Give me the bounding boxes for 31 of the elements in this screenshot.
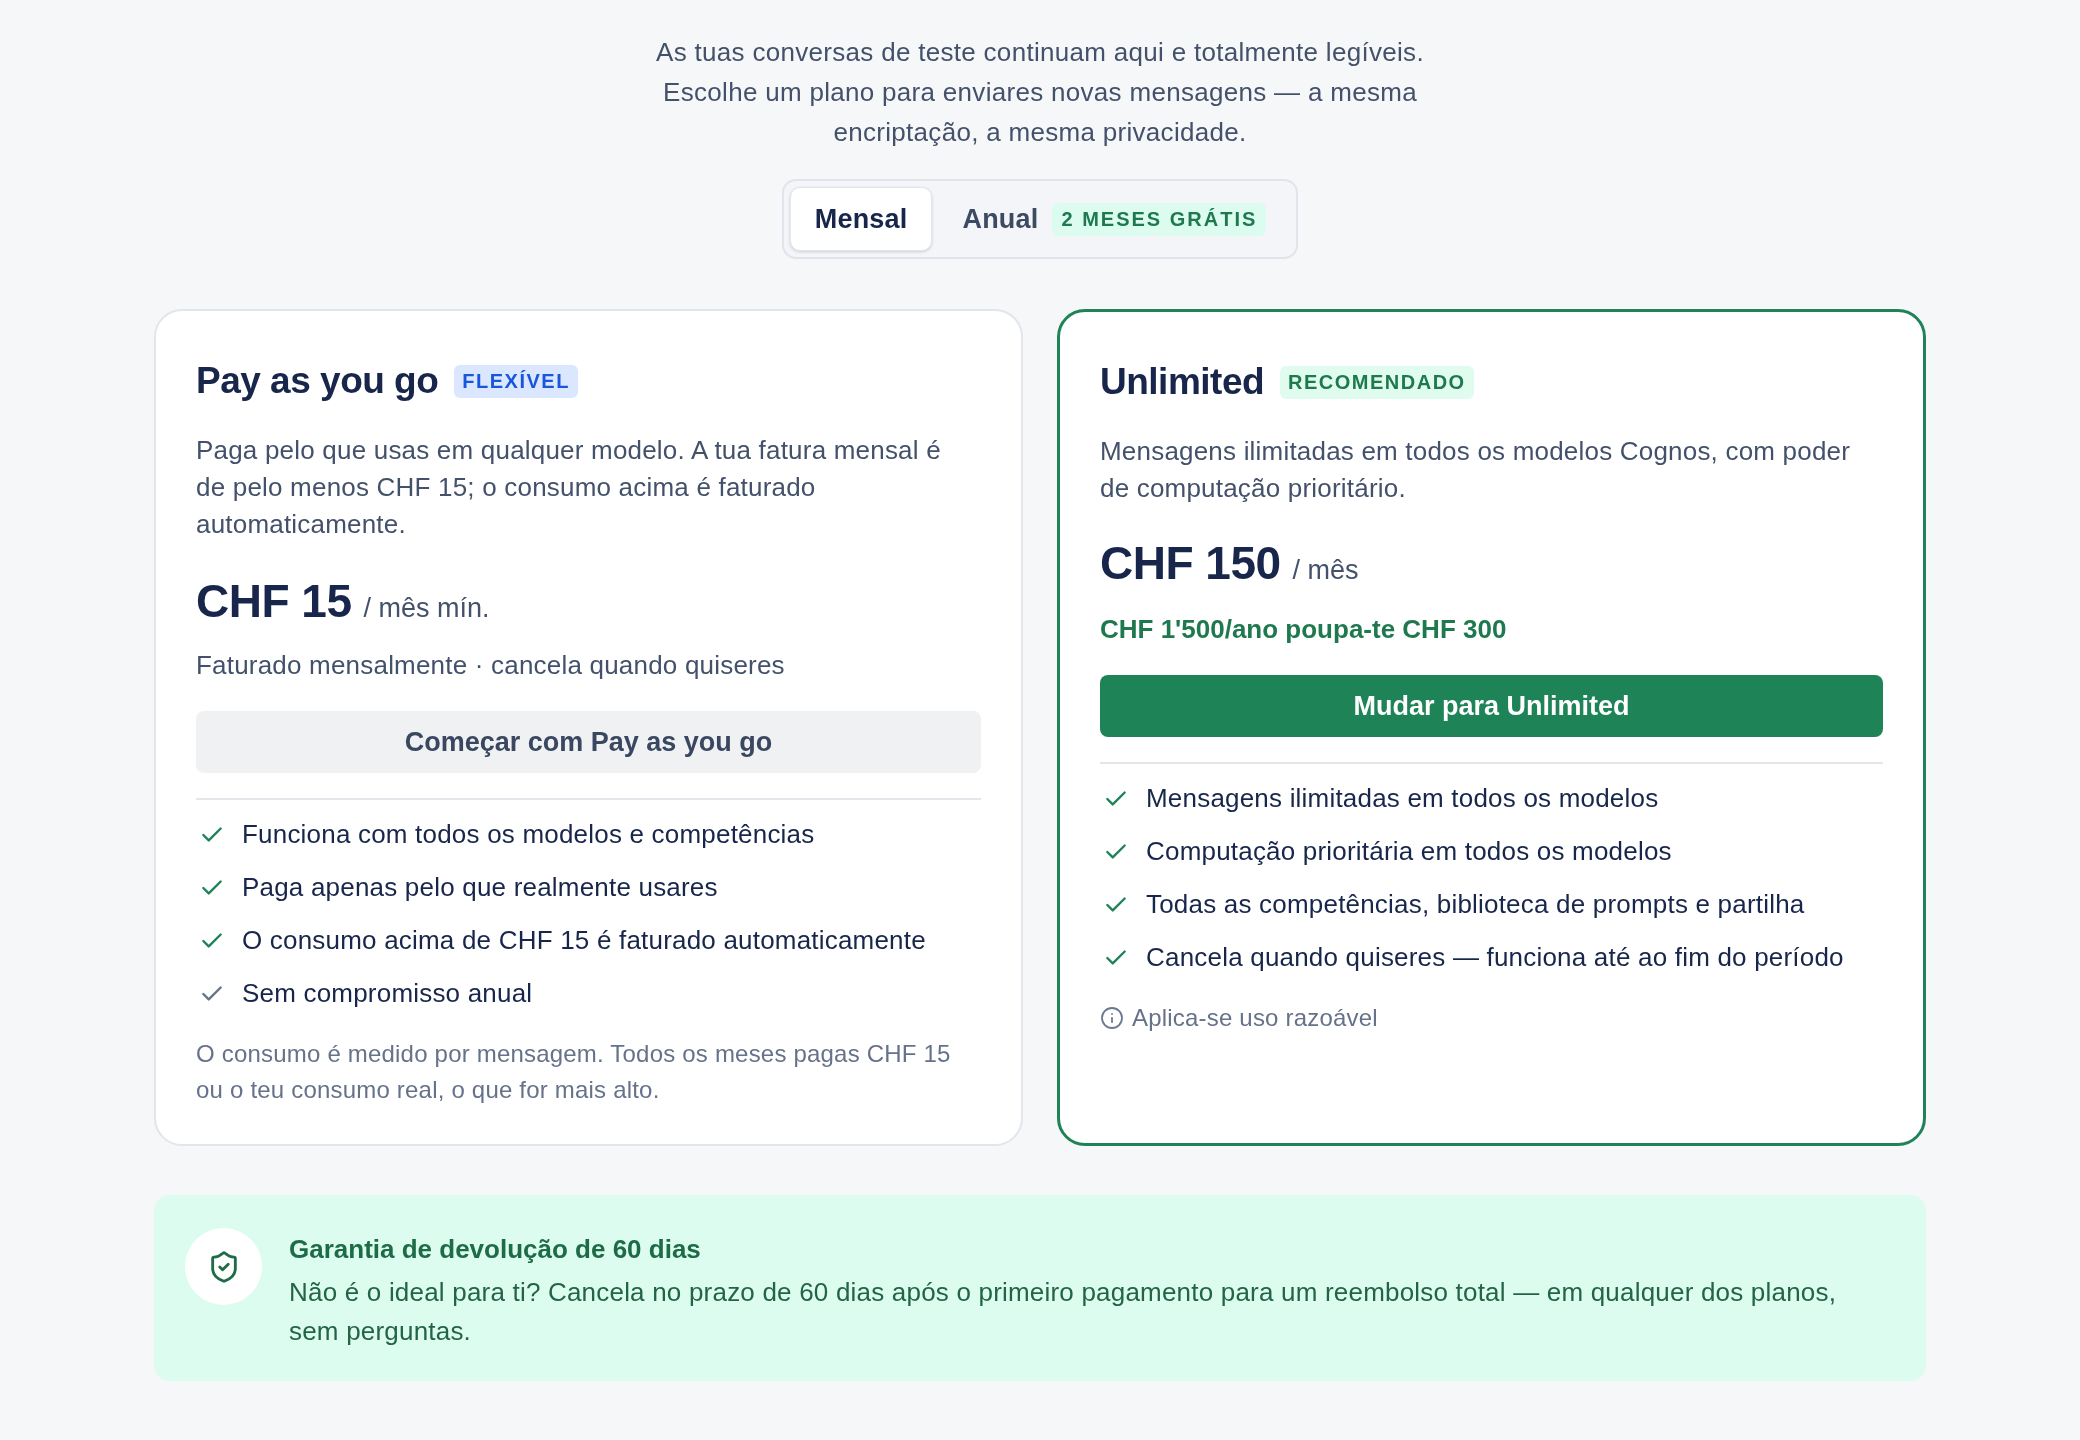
plan-name: Unlimited — [1100, 360, 1265, 404]
fair-use-note: Aplica-se uso razoável — [1132, 1003, 1378, 1033]
guarantee-text: Não é o ideal para ti? Cancela no prazo de 60 dias após o primeiro pagamento para um reembolso total — em qualquer dos planos, sem perguntas. — [289, 1276, 1838, 1348]
billing-tab[interactable]: Anual 2 MESES GRÁTIS — [938, 187, 1291, 251]
plan-badge: FLEXÍVEL — [454, 364, 578, 398]
plan-price: CHF 15 — [196, 574, 352, 629]
discount-badge: 2 MESES GRÁTIS — [1052, 202, 1267, 236]
info-icon — [1100, 1006, 1124, 1030]
plan-button[interactable]: Começar com Pay as you go — [196, 711, 981, 773]
annual-savings: CHF 1'500/ano poupa-te CHF 300 — [1100, 613, 1508, 646]
plan-name: Pay as you go — [196, 359, 439, 403]
usage-footnote: O consumo é medido por mensagem. Todos os meses pagas CHF 15 ou o teu consumo real, o que for mais alto. — [196, 1039, 952, 1105]
feature-text: Todas as competências, biblioteca de prompts e partilha — [1146, 888, 1805, 921]
feature-text: Cancela quando quiseres — funciona até ao fim do período — [1146, 941, 1844, 974]
feature-text: Mensagens ilimitadas em todos os modelos — [1146, 782, 1659, 815]
feature-text: Computação prioritária em todos os modelos — [1146, 835, 1672, 868]
price-period: / mês — [1292, 554, 1359, 587]
plan-badge: RECOMENDADO — [1280, 365, 1474, 399]
feature-text: Sem compromisso anual — [242, 977, 533, 1010]
plan-description: Paga pelo que usas em qualquer modelo. A tua fatura mensal é de pelo menos CHF 15; o consumo acima é faturado automaticamente. — [196, 434, 942, 541]
billing-note: Faturado mensalmente · cancela quando quiseres — [196, 649, 786, 682]
feature-text: O consumo acima de CHF 15 é faturado automaticamente — [242, 924, 926, 957]
feature-text: Paga apenas pelo que realmente usares — [242, 871, 718, 904]
billing-tab[interactable]: Mensal — [789, 187, 933, 251]
plan-description: Mensagens ilimitadas em todos os modelos Cognos, com poder de computação prioritário. — [1100, 435, 1852, 505]
plan-button[interactable]: Mudar para Unlimited — [1100, 675, 1883, 737]
feature-text: Funciona com todos os modelos e competências — [242, 818, 815, 851]
guarantee-title: Garantia de devolução de 60 dias — [289, 1233, 702, 1266]
plan-price: CHF 150 — [1100, 536, 1281, 591]
intro-text: As tuas conversas de teste continuam aqui e totalmente legíveis. Escolhe um plano para enviares novas mensagens — a mesma encriptação, a mesma privacidade. — [655, 36, 1425, 149]
price-period: / mês mín. — [363, 592, 490, 625]
